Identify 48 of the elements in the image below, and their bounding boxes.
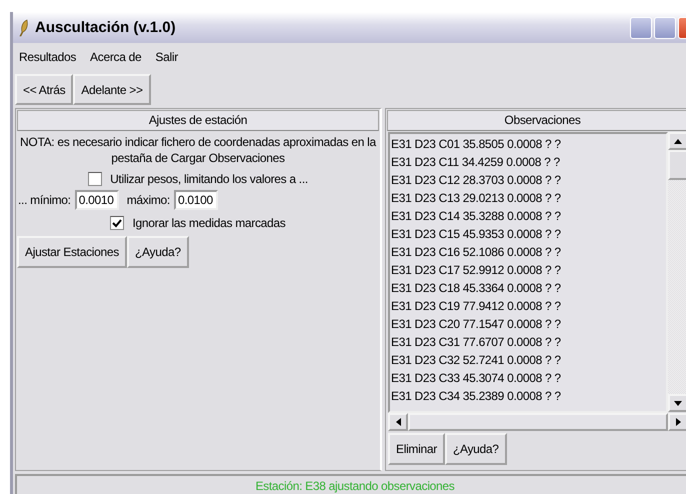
delete-button[interactable]: Eliminar — [388, 433, 445, 465]
window-title: Auscultación (v.1.0) — [35, 19, 176, 36]
scroll-thumb[interactable] — [668, 150, 686, 180]
help-button[interactable]: ¿Ayuda? — [126, 236, 189, 268]
left-arrow-icon[interactable] — [396, 418, 400, 426]
list-item[interactable]: E31 D23 C34 35.2389 0.0008 ? ? — [390, 387, 666, 405]
back-button[interactable]: << Atrás — [15, 74, 74, 105]
vertical-scrollbar[interactable] — [668, 132, 686, 412]
menu-item[interactable]: Acerca de — [90, 50, 142, 66]
note-text: NOTA: es necesario indicar fichero de coordenadas aproximadas en la pestaña de Cargar Observaciones — [19, 134, 378, 166]
list-item[interactable]: E31 D23 C20 77.1547 0.0008 ? ? — [390, 315, 666, 333]
status-bar: Estación: E38 ajustando observaciones — [15, 474, 686, 494]
list-item[interactable]: E31 D23 C18 45.3364 0.0008 ? ? — [390, 279, 666, 297]
checkbox[interactable] — [88, 172, 102, 186]
list-item[interactable]: E31 D23 C12 28.3703 0.0008 ? ? — [390, 171, 666, 189]
menu-item[interactable]: Salir — [155, 50, 178, 66]
feather-icon — [19, 18, 29, 36]
right-arrow-icon[interactable] — [676, 418, 680, 426]
checkbox-label: Utilizar pesos, limitando los valores a ... — [110, 172, 308, 186]
adjust-button[interactable]: Ajustar Estaciones — [17, 236, 127, 268]
minimize-button[interactable] — [630, 16, 652, 38]
menu-item[interactable]: Resultados — [19, 50, 76, 66]
horizontal-scrollbar[interactable] — [388, 413, 686, 431]
list-item[interactable]: E31 D23 C13 29.0213 0.0008 ? ? — [390, 189, 666, 207]
list-item[interactable]: E31 D23 C33 45.3074 0.0008 ? ? — [390, 369, 666, 387]
next-button[interactable]: Adelante >> — [73, 74, 151, 105]
list-item[interactable]: E31 D23 C01 35.8505 0.0008 ? ? — [390, 135, 666, 153]
list-item[interactable]: E31 D23 C16 52.1086 0.0008 ? ? — [390, 243, 666, 261]
list-item[interactable]: E31 D23 C31 77.6707 0.0008 ? ? — [390, 333, 666, 351]
minimum-field[interactable]: 0.0010 — [74, 190, 119, 210]
list-item[interactable]: E31 D23 C14 35.3288 0.0008 ? ? — [390, 207, 666, 225]
maximum-field[interactable]: 0.0100 — [174, 190, 218, 210]
field-label: ... mínimo: — [18, 193, 71, 207]
panel-header: Observaciones — [387, 110, 686, 131]
maximize-button[interactable] — [654, 16, 676, 38]
observations-list[interactable] — [388, 132, 668, 413]
help-button[interactable]: ¿Ayuda? — [444, 433, 507, 465]
field-label: máximo: — [126, 193, 170, 207]
list-item[interactable]: E31 D23 C15 45.9353 0.0008 ? ? — [390, 225, 666, 243]
list-item[interactable]: E31 D23 C32 52.7241 0.0008 ? ? — [390, 351, 666, 369]
down-arrow-icon[interactable] — [674, 400, 682, 406]
list-item[interactable]: E31 D23 C11 34.4259 0.0008 ? ? — [390, 153, 666, 171]
up-arrow-icon[interactable] — [674, 138, 682, 144]
list-item[interactable]: E31 D23 C17 52.9912 0.0008 ? ? — [390, 261, 666, 279]
checkbox[interactable] — [110, 216, 124, 230]
panel-header: Ajustes de estación — [17, 110, 379, 131]
checkbox-label: Ignorar las medidas marcadas — [132, 216, 286, 230]
list-item[interactable]: E31 D23 C19 77.9412 0.0008 ? ? — [390, 297, 666, 315]
